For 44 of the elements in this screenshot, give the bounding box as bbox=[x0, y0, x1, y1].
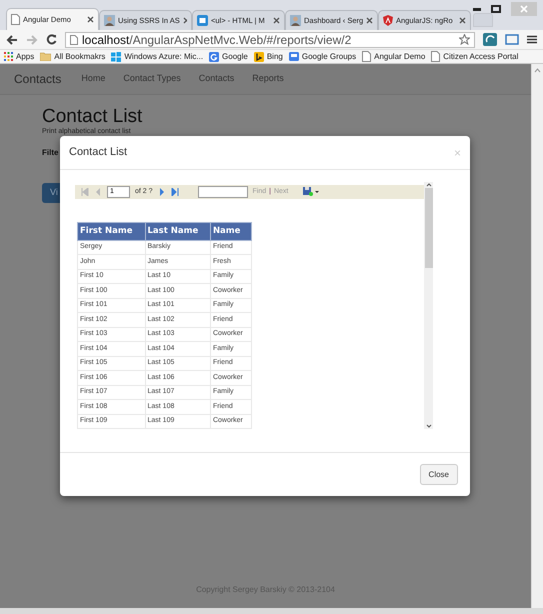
close-button[interactable]: Close bbox=[420, 464, 458, 485]
menu-icon[interactable] bbox=[527, 35, 537, 44]
bookmark-link[interactable]: Angular Demo bbox=[374, 50, 426, 62]
shield-icon bbox=[383, 15, 393, 26]
reload-icon[interactable] bbox=[46, 34, 57, 45]
last-page-icon[interactable] bbox=[170, 188, 179, 196]
column-header: First Name bbox=[78, 222, 145, 240]
avatar-icon bbox=[290, 15, 301, 26]
modal-title: Contact List bbox=[69, 145, 128, 160]
column-header: Name bbox=[210, 222, 252, 240]
page-title: Contact List bbox=[42, 106, 142, 128]
extension-icon[interactable] bbox=[483, 33, 497, 46]
b-letter-icon bbox=[254, 52, 264, 62]
bookmark-link[interactable]: Google Groups bbox=[302, 50, 356, 62]
scrollbar-thumb[interactable] bbox=[424, 188, 432, 268]
bookmark-link[interactable]: Google bbox=[222, 50, 248, 62]
address-bar[interactable]: localhost/AngularAspNetMvc.Web/#/reports/view/2 bbox=[65, 32, 475, 48]
report-scrollbar[interactable] bbox=[424, 182, 433, 429]
bookmark-link[interactable]: Citizen Access Portal bbox=[443, 50, 518, 62]
folder-icon bbox=[40, 52, 52, 61]
bookmark-link[interactable]: Windows Azure: Mic... bbox=[124, 50, 204, 62]
document-icon bbox=[197, 15, 208, 26]
filter-label: Filte bbox=[42, 147, 58, 159]
page-icon bbox=[70, 34, 78, 44]
page-scrollbar[interactable] bbox=[531, 64, 543, 608]
export-icon[interactable] bbox=[303, 187, 320, 196]
url-text: localhost/AngularAspNetMvc.Web/#/reports/view/2 bbox=[82, 32, 352, 48]
apps-grid-icon bbox=[4, 52, 13, 61]
next-page-icon[interactable] bbox=[158, 188, 166, 196]
maximize-icon[interactable] bbox=[491, 5, 501, 13]
scroll-down-icon[interactable] bbox=[426, 423, 432, 429]
scroll-up-icon[interactable] bbox=[426, 182, 432, 188]
find-field[interactable] bbox=[198, 186, 248, 198]
bookmark-link[interactable]: Bing bbox=[266, 50, 283, 62]
page-icon bbox=[11, 14, 20, 25]
windows-logo-icon bbox=[111, 52, 122, 62]
bookmark-link[interactable]: All Bookmakrs bbox=[54, 50, 106, 62]
column-header: Last Name bbox=[145, 222, 210, 240]
screen-icon[interactable] bbox=[505, 34, 519, 45]
back-icon[interactable] bbox=[6, 34, 18, 44]
bookmark-star-icon[interactable] bbox=[459, 34, 470, 45]
minimize-icon[interactable] bbox=[473, 8, 481, 10]
avatar-icon bbox=[104, 15, 115, 26]
bookmark-link[interactable]: Apps bbox=[16, 50, 34, 62]
